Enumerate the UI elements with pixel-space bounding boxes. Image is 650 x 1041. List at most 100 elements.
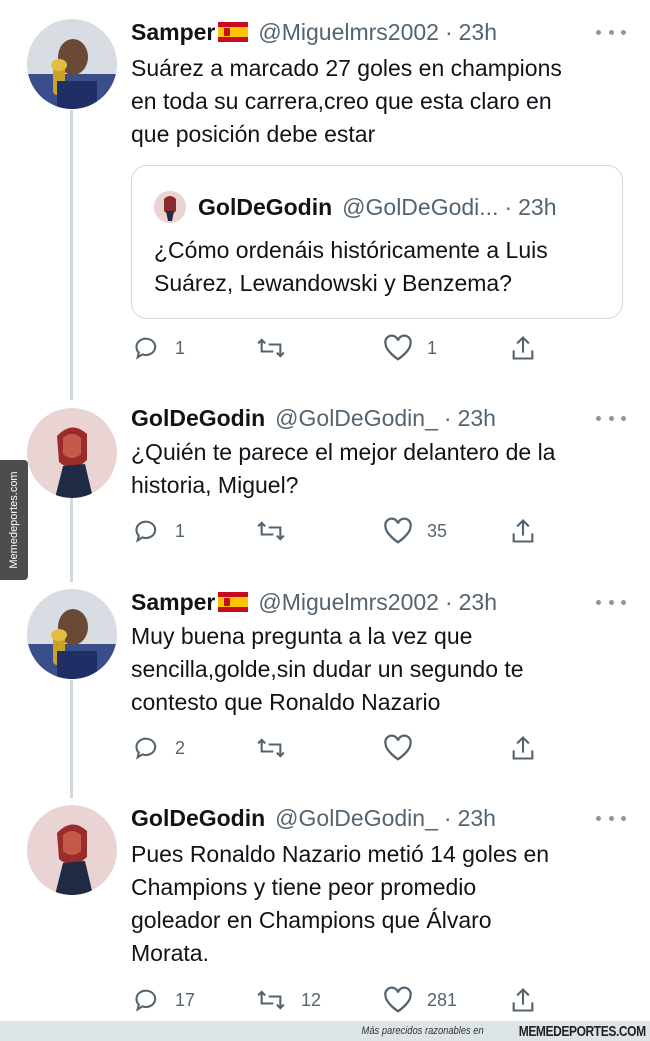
tweet-text-line: Suárez a marcado 27 goles en champions: [131, 55, 562, 81]
separator: ·: [444, 588, 453, 615]
tweet-text: Suárez a marcado 27 goles en champions e…: [131, 52, 631, 151]
display-name[interactable]: GolDeGodin: [131, 805, 265, 832]
tweet-text-line: contesto que Ronaldo Nazario: [131, 689, 441, 715]
tweet[interactable]: GolDeGodin @GolDeGodin_ · 23h ¿Quién te …: [0, 400, 650, 580]
tweet-header: Samper @Miguelmrs2002 · 23h: [131, 17, 497, 47]
like-count: 35: [427, 520, 448, 541]
reply-icon: [135, 337, 157, 360]
avatar[interactable]: [27, 589, 117, 679]
share-button[interactable]: [509, 516, 537, 546]
more-icon[interactable]: [596, 595, 626, 609]
reply-icon: [135, 737, 157, 760]
user-handle[interactable]: @Miguelmrs2002: [258, 19, 439, 46]
reply-button[interactable]: 2: [133, 733, 185, 763]
user-handle[interactable]: @GolDeGodin_: [275, 405, 438, 432]
tweet-text-line: Muy buena pregunta a la vez que: [131, 623, 473, 649]
quoted-avatar: [154, 191, 186, 223]
quoted-timestamp: 23h: [518, 193, 557, 220]
user-handle[interactable]: @Miguelmrs2002: [258, 589, 439, 616]
quoted-text-line: ¿Cómo ordenáis históricamente a Luis: [154, 237, 548, 263]
share-button[interactable]: [509, 733, 537, 763]
display-name[interactable]: GolDeGodin: [131, 405, 265, 432]
like-button[interactable]: 281: [383, 985, 457, 1015]
display-name[interactable]: Samper: [131, 589, 215, 616]
retweet-icon: [257, 990, 285, 1010]
retweet-count: 12: [301, 989, 322, 1010]
display-name[interactable]: Samper: [131, 19, 215, 46]
retweet-icon: [257, 338, 285, 358]
avatar[interactable]: [27, 805, 117, 895]
spain-flag-icon: [218, 22, 249, 42]
like-button[interactable]: 35: [383, 516, 447, 546]
share-icon: [512, 519, 534, 543]
user-handle[interactable]: @GolDeGodin_: [275, 805, 438, 832]
tweet-actions: 17 12 281: [131, 985, 551, 1015]
avatar[interactable]: [27, 19, 117, 109]
share-button[interactable]: [509, 985, 537, 1015]
more-icon[interactable]: [596, 25, 626, 39]
avatar-image: [27, 408, 117, 498]
tweet[interactable]: Samper @Miguelmrs2002 · 23h Muy buena pr…: [0, 585, 650, 785]
tweet[interactable]: GolDeGodin @GolDeGodin_ · 23h Pues Ronal…: [0, 800, 650, 1020]
quoted-tweet[interactable]: GolDeGodin @GolDeGodi... · 23h ¿Cómo ord…: [131, 165, 623, 319]
retweet-button[interactable]: [255, 333, 301, 363]
reply-count: 2: [175, 737, 186, 758]
heart-icon: [384, 986, 412, 1013]
tweet[interactable]: Samper @Miguelmrs2002 · 23h Suárez a mar…: [0, 0, 650, 380]
footer-watermark: Más parecidos razonables en MEMEDEPORTES…: [0, 1021, 650, 1041]
tweet-text: Pues Ronaldo Nazario metió 14 goles en C…: [131, 838, 631, 970]
reply-count: 1: [175, 520, 186, 541]
heart-icon: [384, 334, 412, 361]
retweet-button[interactable]: [255, 516, 301, 546]
quoted-tweet-text: ¿Cómo ordenáis históricamente a Luis Suá…: [154, 234, 614, 300]
quoted-display-name: GolDeGodin: [198, 193, 333, 220]
tweet-actions: 2: [131, 733, 551, 763]
avatar-image: [27, 589, 117, 679]
tweet-text-line: Champions y tiene peor promedio: [131, 874, 477, 900]
reply-button[interactable]: 1: [133, 516, 185, 546]
share-button[interactable]: [509, 333, 537, 363]
avatar-image: [27, 19, 117, 109]
timestamp[interactable]: 23h: [459, 19, 497, 46]
tweet-header: GolDeGodin @GolDeGodin_ · 23h: [131, 403, 496, 433]
retweet-button[interactable]: [255, 733, 301, 763]
like-button[interactable]: 1: [383, 333, 437, 363]
separator: ·: [504, 193, 513, 220]
tweet-text-line: ¿Quién te parece el mejor delantero de l…: [131, 439, 556, 465]
tweet-text-line: Morata.: [131, 940, 209, 966]
tweet-text: Muy buena pregunta a la vez que sencilla…: [131, 620, 631, 719]
timestamp[interactable]: 23h: [458, 405, 496, 432]
tweet-actions: 1 1: [131, 333, 551, 363]
reply-count: 17: [175, 989, 196, 1010]
retweet-button[interactable]: 12: [255, 985, 321, 1015]
share-icon: [512, 336, 534, 360]
heart-icon: [384, 734, 412, 761]
more-icon[interactable]: [596, 411, 626, 425]
heart-icon: [384, 517, 412, 544]
like-button[interactable]: [383, 733, 427, 763]
tweet-text-line: que posición debe estar: [131, 121, 376, 147]
reply-count: 1: [175, 337, 186, 358]
footer-watermark-brand[interactable]: MEMEDEPORTES.COM: [519, 1023, 646, 1040]
reply-button[interactable]: 1: [133, 333, 185, 363]
avatar[interactable]: [27, 408, 117, 498]
timestamp[interactable]: 23h: [459, 589, 497, 616]
tweet-text-line: sencilla,golde,sin dudar un segundo te: [131, 656, 524, 682]
timestamp[interactable]: 23h: [458, 805, 496, 832]
like-count: 1: [427, 337, 438, 358]
tweet-text-line: historia, Miguel?: [131, 472, 299, 498]
quoted-text-line: Suárez, Lewandowski y Benzema?: [154, 270, 512, 296]
quoted-tweet-header: GolDeGodin @GolDeGodi... · 23h: [154, 191, 557, 223]
reply-button[interactable]: 17: [133, 985, 195, 1015]
spain-flag-icon: [218, 592, 249, 612]
reply-icon: [135, 520, 157, 543]
reply-icon: [135, 989, 157, 1012]
quoted-avatar-image: [154, 191, 186, 223]
separator: ·: [443, 804, 452, 831]
more-icon[interactable]: [596, 811, 626, 825]
like-count: 281: [427, 989, 458, 1010]
share-icon: [512, 988, 534, 1012]
separator: ·: [443, 404, 452, 431]
tweet-actions: 1 35: [131, 516, 551, 546]
separator: ·: [444, 18, 453, 45]
